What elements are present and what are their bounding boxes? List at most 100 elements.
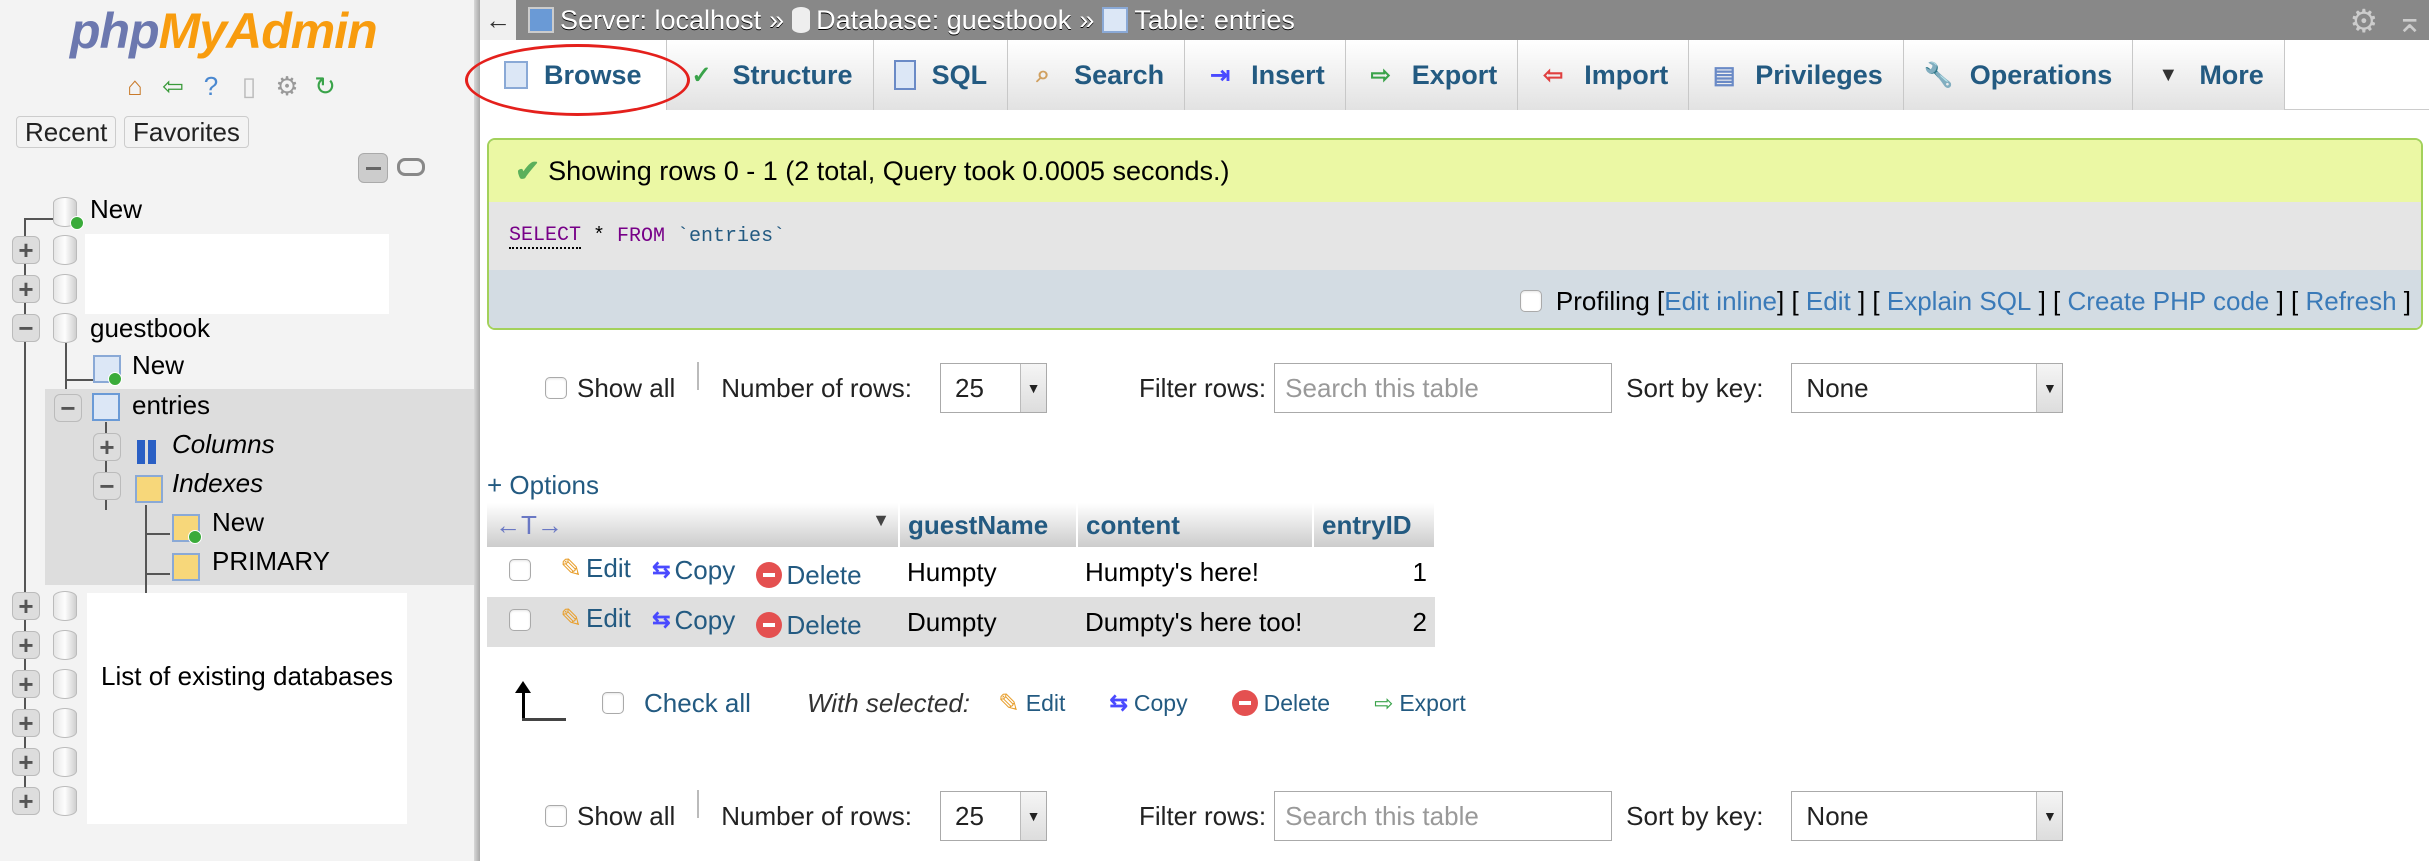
show-all-checkbox[interactable] [545, 805, 567, 827]
delete-icon [756, 562, 783, 589]
tab-export[interactable]: ⇨ Export [1345, 40, 1519, 110]
sql-keyword-select[interactable]: SELECT [509, 224, 582, 249]
profiling-checkbox[interactable] [1519, 290, 1542, 312]
settings-icon[interactable]: ⚙ [272, 70, 302, 102]
bulk-copy-button[interactable]: ⇆ Copy [1109, 690, 1187, 717]
number-of-rows-select[interactable]: 25 ▼ [940, 791, 1048, 841]
number-of-rows-select[interactable]: 25 ▼ [940, 363, 1048, 413]
expand-icon[interactable]: + [12, 631, 40, 659]
filter-rows-input[interactable]: Search this table [1274, 363, 1613, 413]
tree-item-indexes[interactable]: Indexes [172, 468, 263, 499]
sort-by-key-select[interactable]: None ▼ [1791, 363, 2064, 413]
cell-content[interactable]: Humpty's here! [1077, 547, 1313, 597]
expand-icon[interactable]: + [12, 275, 40, 303]
check-all-checkbox[interactable] [602, 692, 624, 714]
tab-search[interactable]: ⌕ Search [1008, 40, 1186, 110]
cell-guestname[interactable]: Humpty [899, 547, 1077, 597]
create-php-code-link[interactable]: Create PHP code [2068, 286, 2270, 317]
tree-item-columns[interactable]: Columns [172, 429, 275, 460]
sort-by-key-select[interactable]: None ▼ [1791, 791, 2064, 841]
expand-icon[interactable]: + [12, 592, 40, 620]
tree-item-new-index[interactable]: New [212, 507, 264, 538]
options-link[interactable]: + Options [487, 470, 599, 501]
edit-row-button[interactable]: ✎ Edit [560, 603, 631, 634]
collapse-icon[interactable]: − [54, 394, 82, 422]
expand-icon[interactable]: + [12, 748, 40, 776]
tree-item-primary[interactable]: PRIMARY [212, 546, 330, 577]
column-header-entryid[interactable]: entryID [1313, 503, 1436, 547]
edit-row-button[interactable]: ✎ Edit [560, 553, 631, 584]
bulk-edit-button[interactable]: ✎ Edit [998, 688, 1065, 719]
sidebar-resize-handle[interactable] [474, 0, 480, 861]
check-all-label[interactable]: Check all [644, 688, 751, 719]
tab-more[interactable]: ▼ More [2133, 40, 2285, 110]
delete-row-button[interactable]: Delete [756, 560, 862, 591]
tab-browse[interactable]: Browse [480, 40, 667, 110]
explain-sql-link[interactable]: Explain SQL [1887, 286, 2032, 317]
tab-insert[interactable]: ⇥ Insert [1185, 40, 1346, 110]
tab-import[interactable]: ⇦ Import [1518, 40, 1690, 110]
expand-icon[interactable]: + [93, 433, 121, 461]
tree-item-new-database[interactable]: New [90, 194, 142, 225]
cell-content[interactable]: Dumpty's here too! [1077, 597, 1313, 647]
breadcrumb-table[interactable]: Table: entries [1134, 5, 1295, 36]
docs-icon[interactable]: ▯ [234, 70, 264, 102]
breadcrumb-database[interactable]: Database: guestbook [816, 5, 1071, 36]
cell-entryid[interactable]: 1 [1313, 547, 1435, 597]
copy-row-button[interactable]: ⇆ Copy [652, 555, 735, 586]
expand-icon[interactable]: + [12, 787, 40, 815]
column-arrows-icon[interactable]: ←T→ [495, 510, 563, 540]
collapse-top-icon[interactable]: ⌅ [2396, 2, 2423, 40]
row-checkbox[interactable] [509, 559, 531, 582]
show-all-label[interactable]: Show all [577, 801, 675, 832]
expand-icon[interactable]: + [12, 670, 40, 698]
breadcrumb-server[interactable]: Server: localhost [560, 5, 761, 36]
column-header-guestname[interactable]: guestName [899, 503, 1078, 547]
home-icon[interactable]: ⌂ [120, 70, 150, 102]
cell-entryid[interactable]: 2 [1313, 597, 1435, 647]
expand-icon[interactable]: + [12, 709, 40, 737]
bulk-export-button[interactable]: ⇨ Export [1374, 690, 1466, 717]
edit-inline-link[interactable]: Edit inline [1664, 286, 1777, 317]
operations-icon: 🔧 [1923, 61, 1954, 89]
back-button[interactable]: ← [480, 0, 516, 40]
recent-button[interactable]: Recent [16, 116, 117, 148]
tree-item-entries[interactable]: entries [132, 390, 210, 421]
tree-item-new-table[interactable]: New [132, 350, 184, 381]
favorites-button[interactable]: Favorites [124, 116, 249, 148]
help-icon[interactable]: ? [196, 70, 226, 102]
chevron-down-icon: ▼ [1020, 792, 1047, 840]
tab-structure[interactable]: ✓ Structure [666, 40, 874, 110]
collapse-all-icon[interactable] [358, 153, 388, 183]
index-icon [172, 553, 200, 581]
pencil-icon: ✎ [560, 603, 583, 634]
show-all-label[interactable]: Show all [577, 373, 675, 404]
delete-row-button[interactable]: Delete [756, 610, 862, 641]
cell-guestname[interactable]: Dumpty [899, 597, 1077, 647]
refresh-link[interactable]: Refresh [2306, 286, 2397, 317]
database-icon [53, 747, 77, 777]
reload-icon[interactable]: ↻ [310, 70, 340, 102]
tab-sql[interactable]: SQL [873, 40, 1009, 110]
link-with-main-icon[interactable] [397, 158, 425, 176]
caret-down-icon[interactable]: ▼ [872, 510, 890, 531]
filter-rows-input[interactable]: Search this table [1274, 791, 1613, 841]
column-header-content[interactable]: content [1077, 503, 1314, 547]
chevron-down-icon: ▼ [2036, 792, 2063, 840]
edit-link[interactable]: Edit [1806, 286, 1851, 317]
show-all-checkbox[interactable] [545, 377, 567, 399]
tree-item-guestbook[interactable]: guestbook [90, 313, 210, 344]
copy-row-button[interactable]: ⇆ Copy [652, 605, 735, 636]
bulk-delete-button[interactable]: Delete [1231, 690, 1330, 717]
expand-icon[interactable]: + [12, 236, 40, 264]
logout-icon[interactable]: ⇦ [158, 70, 188, 102]
phpmyadmin-logo[interactable]: phpMyAdmin [70, 2, 378, 60]
database-icon [53, 630, 77, 660]
settings-icon[interactable]: ⚙ [2350, 2, 2379, 40]
row-checkbox[interactable] [509, 609, 531, 632]
tab-privileges[interactable]: ▤ Privileges [1689, 40, 1904, 110]
collapse-icon[interactable]: − [93, 472, 121, 500]
column-resize-header[interactable]: ←T→ ▼ [487, 503, 900, 547]
collapse-icon[interactable]: − [12, 314, 40, 342]
tab-operations[interactable]: 🔧 Operations [1903, 40, 2134, 110]
